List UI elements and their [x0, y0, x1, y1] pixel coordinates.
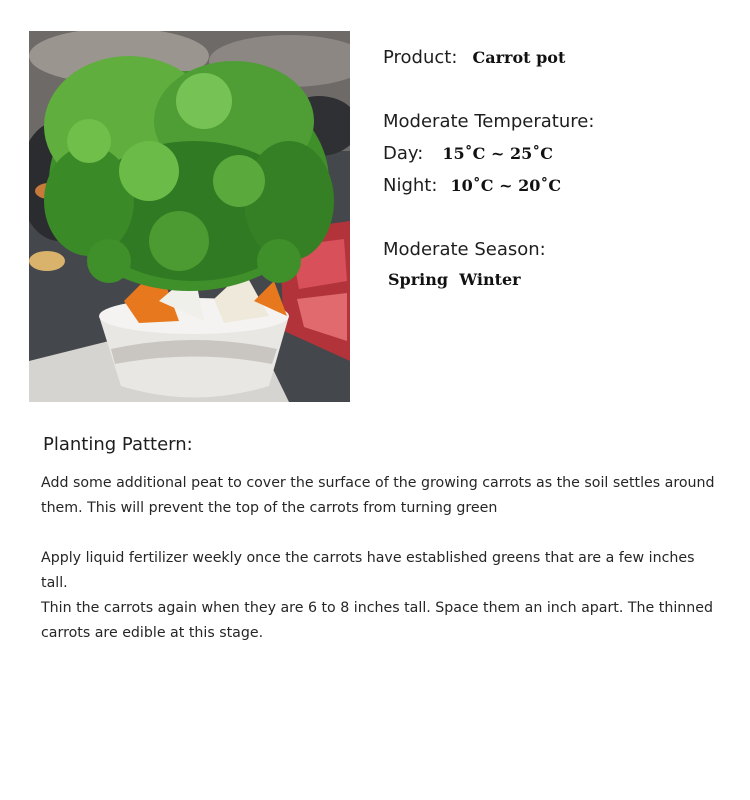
product-row: Product: Carrot pot: [383, 47, 565, 68]
temperature-heading: Moderate Temperature:: [383, 111, 595, 132]
night-label: Night:: [383, 175, 438, 196]
night-temperature: 10˚C ~ 20˚C: [450, 176, 562, 195]
planting-pattern-title: Planting Pattern:: [43, 434, 193, 455]
planting-paragraph: Apply liquid fertilizer weekly once the …: [41, 550, 695, 591]
night-row: Night: 10˚C ~ 20˚C: [383, 175, 561, 196]
season-heading-text: Moderate Season:: [383, 239, 546, 260]
day-label: Day:: [383, 143, 424, 164]
planting-paragraph: Add some additional peat to cover the su…: [41, 475, 715, 516]
product-label: Product:: [383, 47, 458, 68]
day-row: Day: 15˚C ~ 25˚C: [383, 143, 553, 164]
planting-paragraph: Thin the carrots again when they are 6 t…: [41, 600, 713, 641]
product-name: Carrot pot: [472, 48, 566, 67]
day-temperature: 15˚C ~ 25˚C: [442, 144, 553, 163]
season-value: Spring Winter: [388, 270, 521, 289]
product-photo: [29, 31, 350, 402]
